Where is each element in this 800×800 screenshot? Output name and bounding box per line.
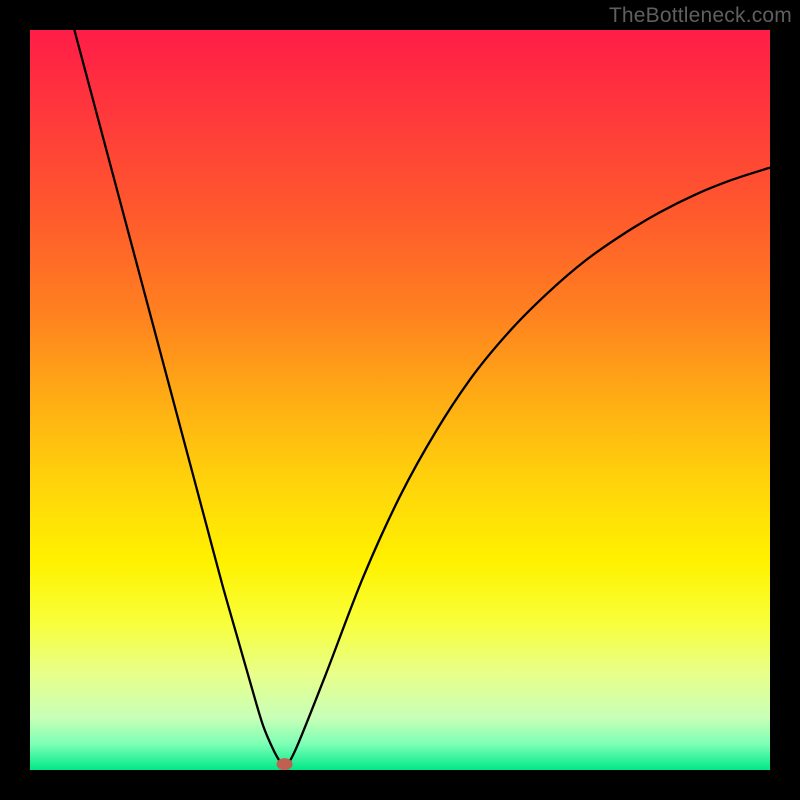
plot-background [30,30,770,770]
optimal-point-marker [277,758,293,770]
bottleneck-chart [0,0,800,800]
chart-frame: TheBottleneck.com [0,0,800,800]
